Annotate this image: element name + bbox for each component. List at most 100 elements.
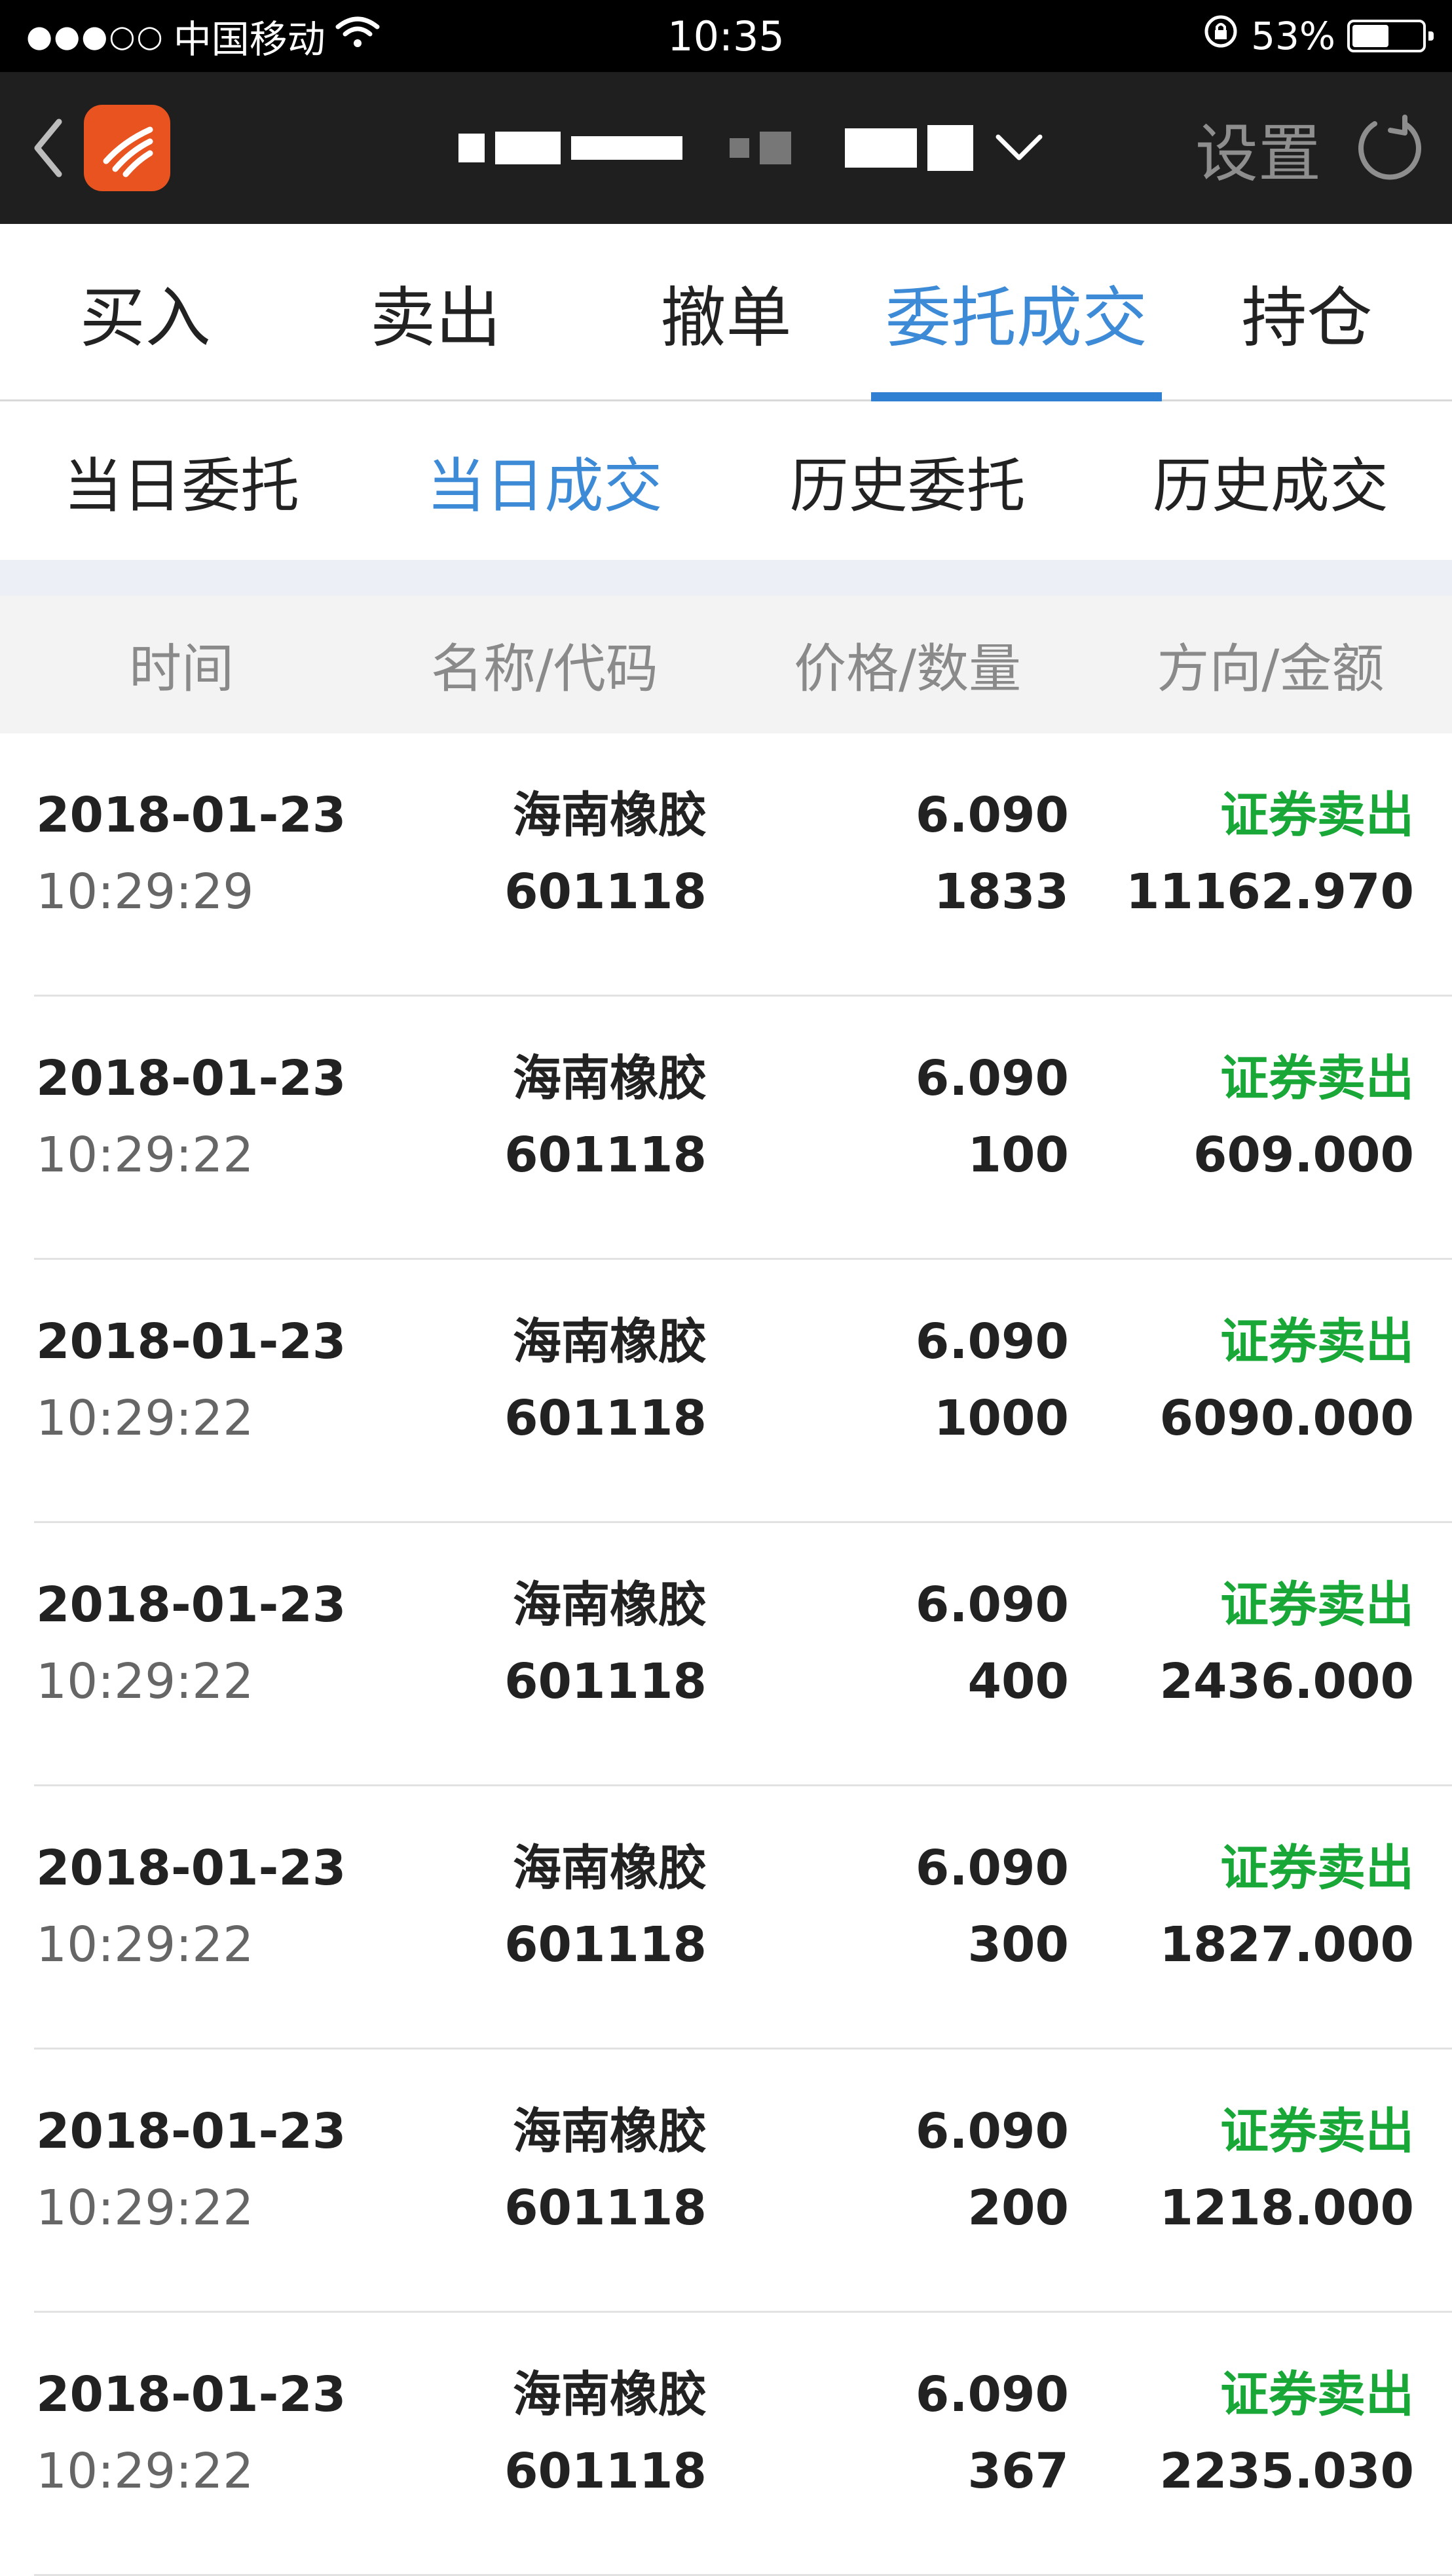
- table-header: 时间 名称/代码 价格/数量 方向/金额: [0, 596, 1452, 733]
- trade-price: 6.090: [915, 1840, 1069, 1896]
- stock-code: 601118: [504, 1127, 707, 1183]
- refresh-icon[interactable]: [1354, 112, 1426, 184]
- trade-date: 2018-01-23: [36, 1577, 346, 1633]
- trade-quantity: 100: [967, 1127, 1069, 1183]
- trade-price: 6.090: [915, 1577, 1069, 1633]
- main-tabs: 买入 卖出 撤单 委托成交 持仓: [0, 224, 1452, 401]
- trade-direction: 证券卖出: [1220, 1050, 1414, 1107]
- trade-price: 6.090: [915, 1050, 1069, 1107]
- table-row[interactable]: 2018-01-23 10:29:22 海南橡胶 601118 6.090 20…: [0, 2050, 1452, 2313]
- trade-list: 2018-01-23 10:29:29 海南橡胶 601118 6.090 18…: [0, 733, 1452, 2576]
- column-header-name-code: 名称/代码: [430, 638, 658, 699]
- trade-amount: 2436.000: [1159, 1653, 1414, 1710]
- trade-quantity: 400: [967, 1653, 1069, 1710]
- stock-name: 海南橡胶: [513, 1050, 707, 1107]
- carrier-label: 中国移动: [173, 17, 326, 62]
- orientation-lock-icon: [1202, 13, 1239, 59]
- trade-time: 10:29:22: [36, 2443, 254, 2499]
- status-bar: ●●●○○ 中国移动 10:35 53%: [0, 0, 1452, 72]
- status-left: ●●●○○ 中国移动: [26, 9, 381, 64]
- table-row[interactable]: 2018-01-23 10:29:22 海南橡胶 601118 6.090 36…: [0, 2313, 1452, 2576]
- tab-today-trades[interactable]: 当日成交: [363, 401, 726, 560]
- trade-date: 2018-01-23: [36, 2366, 346, 2423]
- back-button[interactable]: [26, 109, 72, 187]
- stock-code: 601118: [504, 1917, 707, 1973]
- chevron-left-icon: [34, 119, 62, 177]
- column-header-price-qty: 价格/数量: [794, 638, 1022, 699]
- trade-quantity: 1833: [934, 864, 1069, 920]
- trade-price: 6.090: [915, 787, 1069, 843]
- stock-code: 601118: [504, 1653, 707, 1710]
- sub-tabs: 当日委托 当日成交 历史委托 历史成交: [0, 401, 1452, 560]
- trade-date: 2018-01-23: [36, 1314, 346, 1370]
- signal-strength-icon: ●●●○○: [26, 18, 164, 54]
- trade-date: 2018-01-23: [36, 1050, 346, 1107]
- stock-name: 海南橡胶: [513, 1577, 707, 1633]
- nav-actions: 设置: [1195, 103, 1426, 194]
- table-row[interactable]: 2018-01-23 10:29:22 海南橡胶 601118 6.090 30…: [0, 1786, 1452, 2050]
- trade-direction: 证券卖出: [1220, 2366, 1414, 2423]
- tab-orders-trades[interactable]: 委托成交: [871, 224, 1163, 401]
- tab-history-trades[interactable]: 历史成交: [1089, 401, 1452, 560]
- trade-date: 2018-01-23: [36, 787, 346, 843]
- battery-icon: [1347, 20, 1434, 52]
- stock-code: 601118: [504, 864, 707, 920]
- trade-quantity: 200: [967, 2180, 1069, 2236]
- trade-price: 6.090: [915, 1314, 1069, 1370]
- wifi-icon: [335, 14, 381, 58]
- trade-amount: 11162.970: [1125, 864, 1414, 920]
- battery-percent: 53%: [1251, 14, 1335, 58]
- trade-price: 6.090: [915, 2366, 1069, 2423]
- trade-amount: 1827.000: [1159, 1917, 1414, 1973]
- stock-name: 海南橡胶: [513, 2103, 707, 2160]
- trade-direction: 证券卖出: [1220, 1314, 1414, 1370]
- trade-time: 10:29:29: [36, 864, 254, 920]
- trade-time: 10:29:22: [36, 2180, 254, 2236]
- trade-amount: 2235.030: [1159, 2443, 1414, 2499]
- trade-quantity: 300: [967, 1917, 1069, 1973]
- tab-positions[interactable]: 持仓: [1162, 224, 1452, 399]
- trade-quantity: 1000: [934, 1390, 1069, 1446]
- battery-level: [1352, 25, 1389, 47]
- column-header-direction-amount: 方向/金额: [1157, 638, 1385, 699]
- trade-date: 2018-01-23: [36, 2103, 346, 2160]
- table-row[interactable]: 2018-01-23 10:29:22 海南橡胶 601118 6.090 10…: [0, 1260, 1452, 1523]
- status-right: 53%: [1202, 13, 1434, 59]
- stock-name: 海南橡胶: [513, 787, 707, 843]
- account-name-redacted: [458, 125, 973, 171]
- stock-code: 601118: [504, 2443, 707, 2499]
- app-logo: [84, 105, 170, 191]
- trade-price: 6.090: [915, 2103, 1069, 2160]
- tab-buy[interactable]: 买入: [0, 224, 290, 399]
- account-switcher[interactable]: [458, 72, 1045, 224]
- table-row[interactable]: 2018-01-23 10:29:22 海南橡胶 601118 6.090 10…: [0, 997, 1452, 1260]
- trade-amount: 1218.000: [1159, 2180, 1414, 2236]
- app-logo-icon: [103, 126, 153, 177]
- stock-name: 海南橡胶: [513, 2366, 707, 2423]
- trade-time: 10:29:22: [36, 1127, 254, 1183]
- tab-cancel-order[interactable]: 撤单: [581, 224, 871, 399]
- tab-sell[interactable]: 卖出: [290, 224, 580, 399]
- trade-quantity: 367: [967, 2443, 1069, 2499]
- trade-time: 10:29:22: [36, 1390, 254, 1446]
- table-row[interactable]: 2018-01-23 10:29:29 海南橡胶 601118 6.090 18…: [0, 733, 1452, 997]
- trade-direction: 证券卖出: [1220, 787, 1414, 843]
- trade-time: 10:29:22: [36, 1917, 254, 1973]
- tab-history-orders[interactable]: 历史委托: [726, 401, 1089, 560]
- tab-today-orders[interactable]: 当日委托: [0, 401, 363, 560]
- trade-direction: 证券卖出: [1220, 1577, 1414, 1633]
- trade-amount: 6090.000: [1159, 1390, 1414, 1446]
- stock-code: 601118: [504, 2180, 707, 2236]
- stock-name: 海南橡胶: [513, 1840, 707, 1896]
- trade-time: 10:29:22: [36, 1653, 254, 1710]
- section-divider: [0, 560, 1452, 596]
- stock-name: 海南橡胶: [513, 1314, 707, 1370]
- stock-code: 601118: [504, 1390, 707, 1446]
- settings-button[interactable]: 设置: [1195, 103, 1321, 194]
- trade-date: 2018-01-23: [36, 1840, 346, 1896]
- nav-bar: 设置: [0, 72, 1452, 224]
- trade-amount: 609.000: [1193, 1127, 1414, 1183]
- table-row[interactable]: 2018-01-23 10:29:22 海南橡胶 601118 6.090 40…: [0, 1523, 1452, 1786]
- trade-direction: 证券卖出: [1220, 1840, 1414, 1896]
- column-header-time: 时间: [129, 638, 234, 699]
